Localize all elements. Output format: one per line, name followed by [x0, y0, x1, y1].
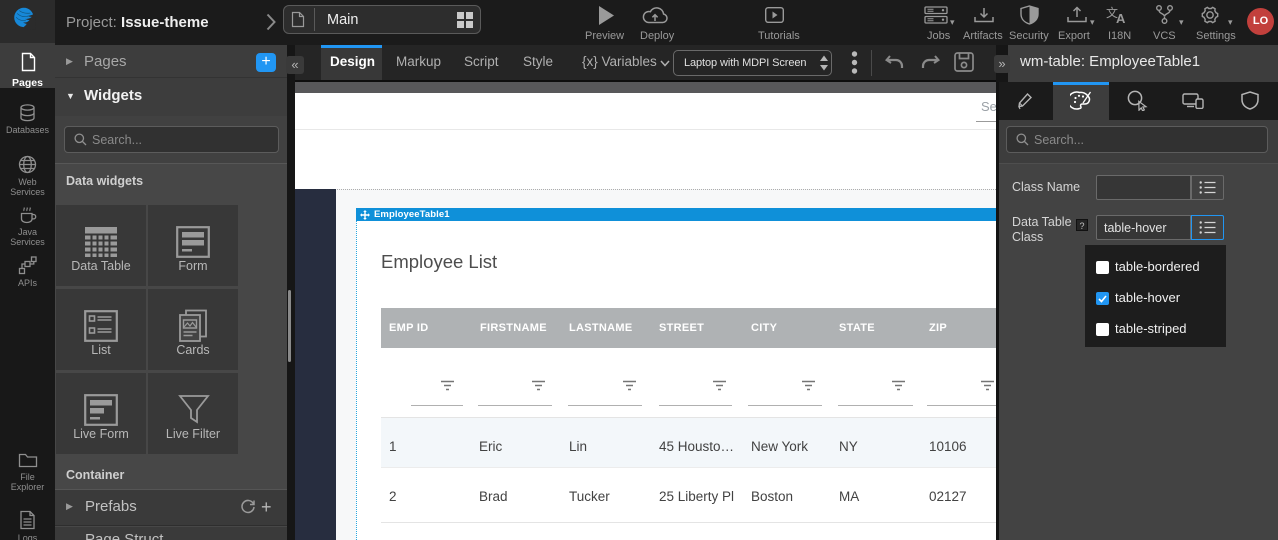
svg-text:A: A	[1116, 11, 1126, 25]
